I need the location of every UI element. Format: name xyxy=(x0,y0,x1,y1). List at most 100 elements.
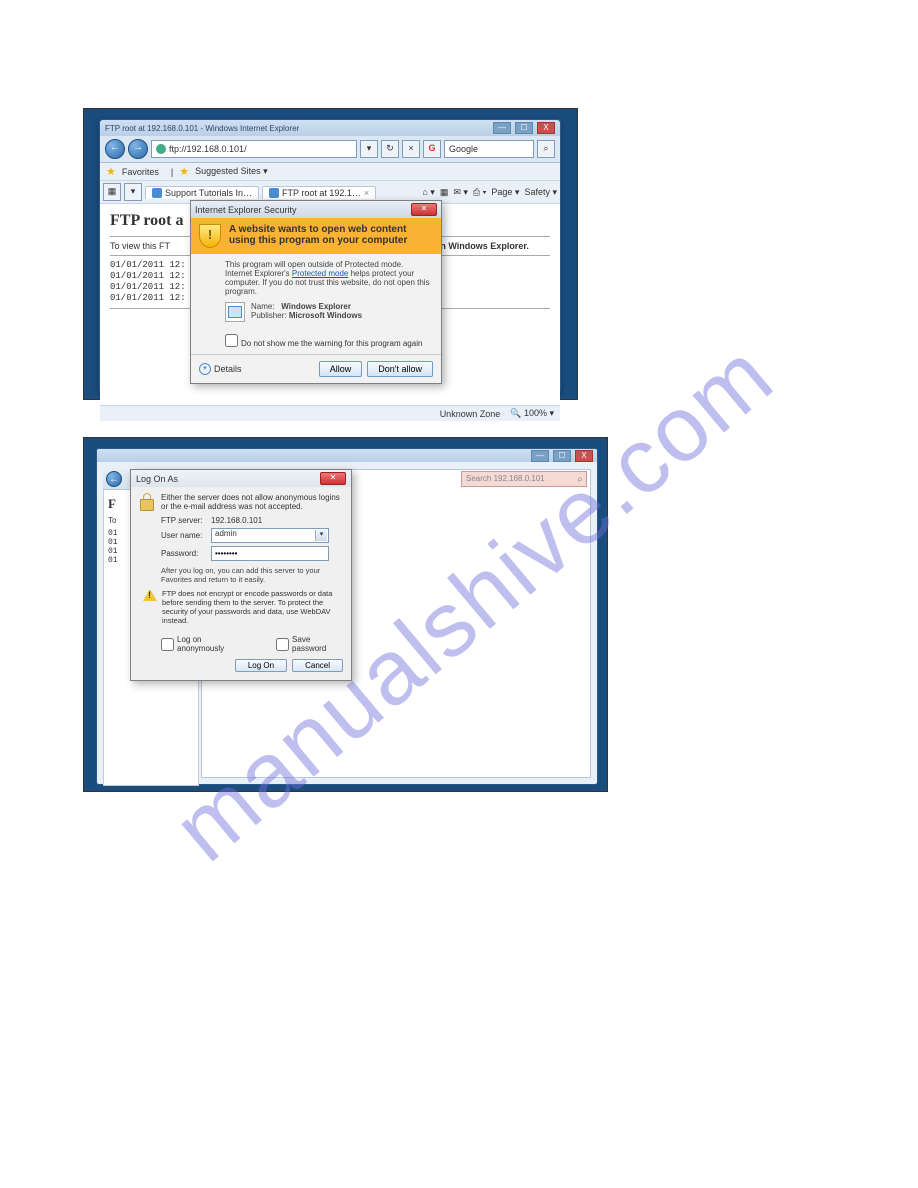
suggested-star-icon: ★ xyxy=(179,165,189,178)
log-on-anonymously-checkbox[interactable] xyxy=(161,638,174,651)
lock-icon xyxy=(139,493,155,511)
status-bar: Unknown Zone 🔍 100% ▾ xyxy=(100,405,560,421)
stop-button[interactable]: × xyxy=(402,140,420,158)
minimize-button[interactable]: — xyxy=(531,450,549,462)
tab-close-icon[interactable]: × xyxy=(364,188,369,198)
instruction-text-left: To view this FT xyxy=(110,241,170,251)
dialog-title: Internet Explorer Security xyxy=(195,205,297,215)
back-button[interactable]: ← xyxy=(105,139,125,159)
dialog-close-button[interactable]: ✕ xyxy=(411,203,437,216)
checkbox-row: Log on anonymously Save password xyxy=(161,635,343,653)
dialog-body: Either the server does not allow anonymo… xyxy=(131,487,351,680)
dont-show-again-row: Do not show me the warning for this prog… xyxy=(191,330,441,350)
save-password-label[interactable]: Save password xyxy=(276,635,343,653)
details-toggle[interactable]: ▾Details xyxy=(199,363,242,375)
protected-mode-link[interactable]: Protected mode xyxy=(292,269,348,278)
dialog-title: Log On As xyxy=(136,474,178,484)
shield-icon xyxy=(199,224,221,248)
close-button[interactable]: X xyxy=(537,122,555,134)
dialog-headline: A website wants to open web content usin… xyxy=(229,224,433,246)
close-button[interactable]: X xyxy=(575,450,593,462)
minimize-button[interactable]: — xyxy=(493,122,511,134)
print-button[interactable]: ⎙ ▾ xyxy=(473,187,486,198)
allow-button[interactable]: Allow xyxy=(319,361,363,377)
search-placeholder: Search 192.168.0.101 xyxy=(466,474,545,483)
dialog-button-row: Log On Cancel xyxy=(139,659,343,672)
home-button[interactable]: ⌂ ▾ xyxy=(422,187,434,198)
ftp-server-label: FTP server: xyxy=(161,516,211,525)
program-name-label: Name: xyxy=(251,302,275,311)
favorites-bar: ★ Favorites | ★ Suggested Sites ▾ xyxy=(100,163,560,181)
security-warning-row: FTP does not encrypt or encode passwords… xyxy=(143,589,343,625)
search-box[interactable]: Google xyxy=(444,140,534,158)
read-mail-button[interactable]: ✉ ▾ xyxy=(453,187,468,198)
quick-tabs-button[interactable]: ▦ xyxy=(103,183,121,201)
maximize-button[interactable]: ☐ xyxy=(515,122,533,134)
nav-toolbar: ← → ftp://192.168.0.101/ ▾ ↻ × G Google … xyxy=(100,136,560,163)
refresh-button[interactable]: ↻ xyxy=(381,140,399,158)
tab-support-tutorials[interactable]: Support Tutorials In… xyxy=(145,186,259,199)
dont-show-again-label[interactable]: Do not show me the warning for this prog… xyxy=(225,339,422,348)
ftp-server-value: 192.168.0.101 xyxy=(211,516,262,525)
safety-menu[interactable]: Safety ▾ xyxy=(524,187,557,198)
chevron-down-icon[interactable]: ▾ xyxy=(315,530,327,541)
program-name-value: Windows Explorer xyxy=(281,302,351,311)
log-on-as-dialog: Log On As ✕ Either the server does not a… xyxy=(130,469,352,681)
tab-icon xyxy=(152,188,162,198)
window-title: FTP root at 192.168.0.101 - Windows Inte… xyxy=(105,124,299,133)
program-publisher-label: Publisher: xyxy=(251,311,287,320)
maximize-button[interactable]: ☐ xyxy=(553,450,571,462)
favorites-star-icon[interactable]: ★ xyxy=(106,165,116,178)
favorites-sep: | xyxy=(171,167,173,177)
cancel-button[interactable]: Cancel xyxy=(292,659,343,672)
page-menu[interactable]: Page ▾ xyxy=(491,187,519,198)
program-publisher-value: Microsoft Windows xyxy=(289,311,362,320)
chevron-down-icon: ▾ xyxy=(199,363,211,375)
dialog-titlebar[interactable]: Internet Explorer Security ✕ xyxy=(191,201,441,218)
username-combobox[interactable]: admin▾ xyxy=(211,528,329,543)
security-warning-text: FTP does not encrypt or encode passwords… xyxy=(162,589,343,625)
explorer-search-box[interactable]: Search 192.168.0.101 ⌕ xyxy=(461,471,587,487)
back-button[interactable]: ← xyxy=(106,471,122,487)
window-titlebar[interactable]: — ☐ X xyxy=(97,449,597,462)
dialog-body: This program will open outside of Protec… xyxy=(191,254,441,330)
zoom-control[interactable]: 🔍 100% ▾ xyxy=(510,408,554,419)
dialog-warning-banner: A website wants to open web content usin… xyxy=(191,218,441,254)
favorites-label[interactable]: Favorites xyxy=(122,167,159,177)
security-zone: Unknown Zone xyxy=(440,409,501,419)
dialog-close-button[interactable]: ✕ xyxy=(320,472,346,485)
window-titlebar[interactable]: FTP root at 192.168.0.101 - Windows Inte… xyxy=(100,120,560,136)
tab-ftp-root[interactable]: FTP root at 192.1… × xyxy=(262,186,376,199)
program-info: Name: Windows Explorer Publisher: Micros… xyxy=(225,302,431,322)
log-on-button[interactable]: Log On xyxy=(235,659,287,672)
screenshot-frame-1: FTP root at 192.168.0.101 - Windows Inte… xyxy=(83,108,578,400)
tab-icon xyxy=(269,188,279,198)
suggested-sites-link[interactable]: Suggested Sites ▾ xyxy=(195,166,268,177)
forward-button[interactable]: → xyxy=(128,139,148,159)
feeds-button[interactable]: ▦ xyxy=(440,187,449,198)
username-label: User name: xyxy=(161,531,211,540)
credential-fields: FTP server: 192.168.0.101 User name: adm… xyxy=(161,516,343,561)
search-go-button[interactable]: ⌕ xyxy=(537,140,555,158)
search-icon: ⌕ xyxy=(577,473,583,487)
dont-allow-button[interactable]: Don't allow xyxy=(367,361,433,377)
dropdown-button[interactable]: ▾ xyxy=(360,140,378,158)
password-field[interactable] xyxy=(211,546,329,561)
warning-icon xyxy=(143,589,157,601)
favorites-note: After you log on, you can add this serve… xyxy=(161,566,343,584)
password-label: Password: xyxy=(161,549,211,558)
address-text: ftp://192.168.0.101/ xyxy=(169,141,247,157)
dialog-titlebar[interactable]: Log On As ✕ xyxy=(131,470,351,487)
tab-list-button[interactable]: ▾ xyxy=(124,183,142,201)
tab-label: FTP root at 192.1… xyxy=(282,188,361,198)
screenshot-frame-2: — ☐ X ← F To 01 01 01 01 Search 192.168.… xyxy=(83,437,608,792)
search-engine-icon: G xyxy=(423,140,441,158)
dialog-message: Either the server does not allow anonymo… xyxy=(161,493,343,511)
save-password-checkbox[interactable] xyxy=(276,638,289,651)
address-bar[interactable]: ftp://192.168.0.101/ xyxy=(151,140,357,158)
log-on-anonymously-label[interactable]: Log on anonymously xyxy=(161,635,246,653)
command-bar: ⌂ ▾ ▦ ✉ ▾ ⎙ ▾ Page ▾ Safety ▾ xyxy=(422,187,557,198)
dont-show-again-checkbox[interactable] xyxy=(225,334,238,347)
tab-label: Support Tutorials In… xyxy=(165,188,252,198)
explorer-window: — ☐ X ← F To 01 01 01 01 Search 192.168.… xyxy=(96,448,598,785)
